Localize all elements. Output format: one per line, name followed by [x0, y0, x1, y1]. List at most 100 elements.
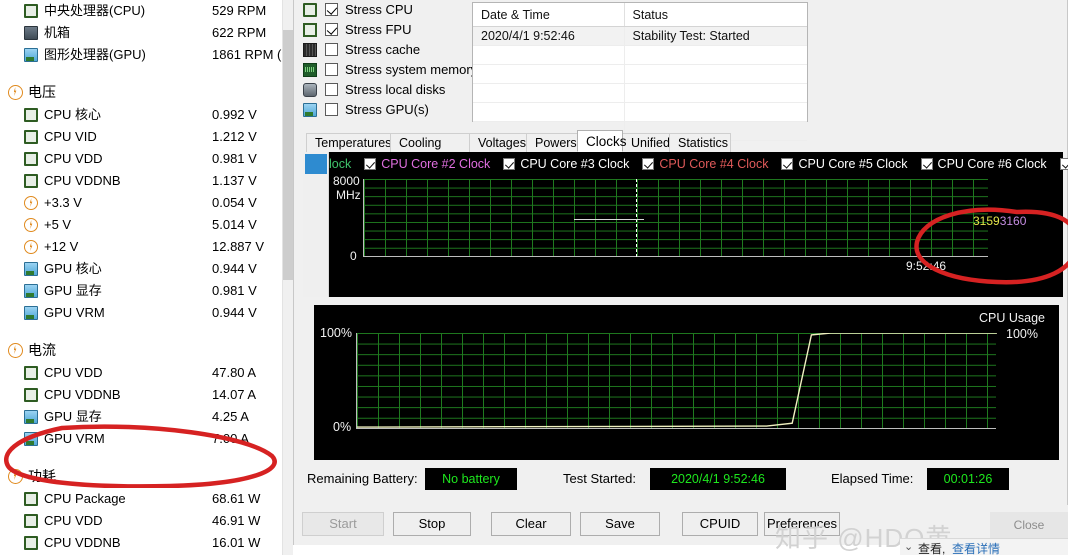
- status-log-table[interactable]: Date & Time Status 2020/4/1 9:52:46 Stabi…: [472, 2, 808, 141]
- stress-option-checkbox[interactable]: [325, 103, 338, 116]
- tab-cooling-fans[interactable]: Cooling Fans: [390, 133, 470, 169]
- legend-checkbox[interactable]: [1059, 158, 1068, 170]
- stress-option-row[interactable]: Stress FPU: [303, 20, 493, 40]
- close-button[interactable]: Close: [990, 512, 1068, 538]
- sensor-value: 0.944 V: [212, 261, 257, 276]
- sensor-name: GPU 核心: [44, 261, 102, 276]
- sensor-row[interactable]: CPU VDDNB 16.01 W: [0, 532, 293, 554]
- stress-option-checkbox[interactable]: [325, 3, 338, 16]
- legend-item[interactable]: lock: [329, 154, 351, 174]
- tab-label: Clocks: [586, 134, 627, 149]
- sensor-row[interactable]: CPU VDD 46.91 W: [0, 510, 293, 532]
- clear-button[interactable]: Clear: [491, 512, 571, 536]
- stress-option-row[interactable]: Stress system memory: [303, 60, 493, 80]
- sensor-row[interactable]: CPU VDDNB 14.07 A: [0, 384, 293, 406]
- tab-label: Temperatures: [315, 136, 392, 150]
- clocks-value-core2: 3160: [999, 214, 1027, 228]
- tab-voltages[interactable]: Voltages: [469, 133, 527, 152]
- sensor-row[interactable]: +5 V 5.014 V: [0, 214, 293, 236]
- legend-label: lock: [329, 157, 352, 171]
- sensor-row[interactable]: GPU VRM 0.944 V: [0, 302, 293, 324]
- legend-checkbox[interactable]: [642, 158, 655, 170]
- tab-label: Voltages: [478, 136, 526, 150]
- stress-option-checkbox[interactable]: [325, 43, 338, 56]
- sensor-panel-scrollbar[interactable]: [282, 0, 294, 555]
- sensor-value: 1.212 V: [212, 129, 257, 144]
- disk-icon: [303, 83, 317, 97]
- table-row-empty: [473, 103, 807, 122]
- stress-option-checkbox[interactable]: [325, 23, 338, 36]
- sensor-row[interactable]: CPU Package 68.61 W: [0, 488, 293, 510]
- sensor-row[interactable]: +12 V 12.887 V: [0, 236, 293, 258]
- tab-powers[interactable]: Powers: [526, 133, 578, 152]
- chevron-down-icon[interactable]: ⌄: [904, 540, 913, 553]
- cpu-icon: [24, 4, 38, 18]
- sensor-row[interactable]: 图形处理器(GPU) 1861 RPM (23%: [0, 44, 293, 66]
- sensor-value: 7.00 A: [212, 431, 249, 446]
- tab-unified[interactable]: Unified: [622, 133, 670, 152]
- legend-scrollbar[interactable]: [303, 152, 329, 297]
- clocks-ymin-label: 0: [350, 249, 357, 263]
- sensor-row[interactable]: CPU 核心 0.992 V: [0, 104, 293, 126]
- sensor-row[interactable]: GPU VRM 7.00 A: [0, 428, 293, 450]
- tab-temperatures[interactable]: Temperatures: [306, 133, 391, 152]
- sensor-name: 中央处理器(CPU): [44, 3, 146, 18]
- table-row[interactable]: 2020/4/1 9:52:46 Stability Test: Started: [473, 27, 807, 46]
- cpu-icon: [24, 388, 38, 402]
- sensor-row[interactable]: CPU VDDNB 1.137 V: [0, 170, 293, 192]
- clocks-value-core1: 3159: [973, 214, 1000, 228]
- legend-checkbox[interactable]: [781, 158, 794, 170]
- clocks-value-labels: 31593160: [973, 214, 1026, 228]
- stop-button[interactable]: Stop: [393, 512, 471, 536]
- legend-checkbox[interactable]: [503, 158, 516, 170]
- sensor-row[interactable]: GPU 核心 0.944 V: [0, 258, 293, 280]
- cpu-icon: [24, 174, 38, 188]
- tab-statistics[interactable]: Statistics: [669, 133, 731, 152]
- stress-option-row[interactable]: Stress CPU: [303, 0, 493, 20]
- sensor-name: CPU Package: [44, 491, 126, 506]
- sensor-value: 14.07 A: [212, 387, 257, 402]
- legend-label: CPU Core #2 Clock: [381, 157, 491, 171]
- sensor-row[interactable]: CPU VDD 47.80 A: [0, 362, 293, 384]
- legend-item[interactable]: CPU Core #2 Clock: [364, 154, 490, 174]
- log-column-status: Status: [624, 3, 807, 26]
- stress-option-checkbox[interactable]: [325, 83, 338, 96]
- legend-item[interactable]: CPU Core #5 Clock: [781, 154, 908, 174]
- start-button: Start: [302, 512, 384, 536]
- legend-checkbox[interactable]: [364, 158, 377, 170]
- log-cell-datetime: 2020/4/1 9:52:46: [473, 27, 625, 45]
- sensor-row[interactable]: CPU VDD 0.981 V: [0, 148, 293, 170]
- tab-clocks[interactable]: Clocks: [577, 130, 627, 152]
- legend-item[interactable]: CPU Core #4 Clock: [642, 154, 768, 174]
- tab-label: Statistics: [678, 136, 729, 150]
- fpu-icon: [303, 23, 317, 37]
- gpu-icon: [24, 432, 38, 446]
- legend-item[interactable]: CPU Core: [1059, 154, 1068, 174]
- legend-checkbox[interactable]: [920, 158, 933, 170]
- save-button[interactable]: Save: [580, 512, 660, 536]
- stress-option-row[interactable]: Stress GPU(s): [303, 100, 493, 120]
- sensor-name: 机箱: [44, 25, 71, 40]
- status-bar-link[interactable]: 查看详情: [952, 540, 1000, 555]
- gpu-icon: [24, 284, 38, 298]
- legend-scrollbar-thumb[interactable]: [305, 154, 327, 174]
- log-cell-empty: [625, 103, 807, 121]
- sensor-row[interactable]: 中央处理器(CPU) 529 RPM: [0, 0, 293, 22]
- stress-option-checkbox[interactable]: [325, 63, 338, 76]
- sensor-row[interactable]: 机箱 622 RPM: [0, 22, 293, 44]
- sensor-row[interactable]: GPU 显存 4.25 A: [0, 406, 293, 428]
- sensor-row[interactable]: CPU VID 1.212 V: [0, 126, 293, 148]
- sensor-row[interactable]: GPU 显存 0.981 V: [0, 280, 293, 302]
- sensor-value: 16.01 W: [212, 535, 261, 550]
- sensor-value: 0.054 V: [212, 195, 257, 210]
- stress-option-row[interactable]: Stress cache: [303, 40, 493, 60]
- cpuid-button[interactable]: CPUID: [682, 512, 758, 536]
- cpu-icon: [24, 514, 38, 528]
- table-row-empty: [473, 65, 807, 84]
- sensor-row[interactable]: +3.3 V 0.054 V: [0, 192, 293, 214]
- legend-label: CPU Core #5 Clock: [798, 157, 908, 171]
- legend-item[interactable]: CPU Core #6 Clock: [920, 154, 1047, 174]
- voltage-icon: [8, 85, 23, 100]
- legend-item[interactable]: CPU Core #3 Clock: [503, 154, 629, 174]
- stress-option-row[interactable]: Stress local disks: [303, 80, 493, 100]
